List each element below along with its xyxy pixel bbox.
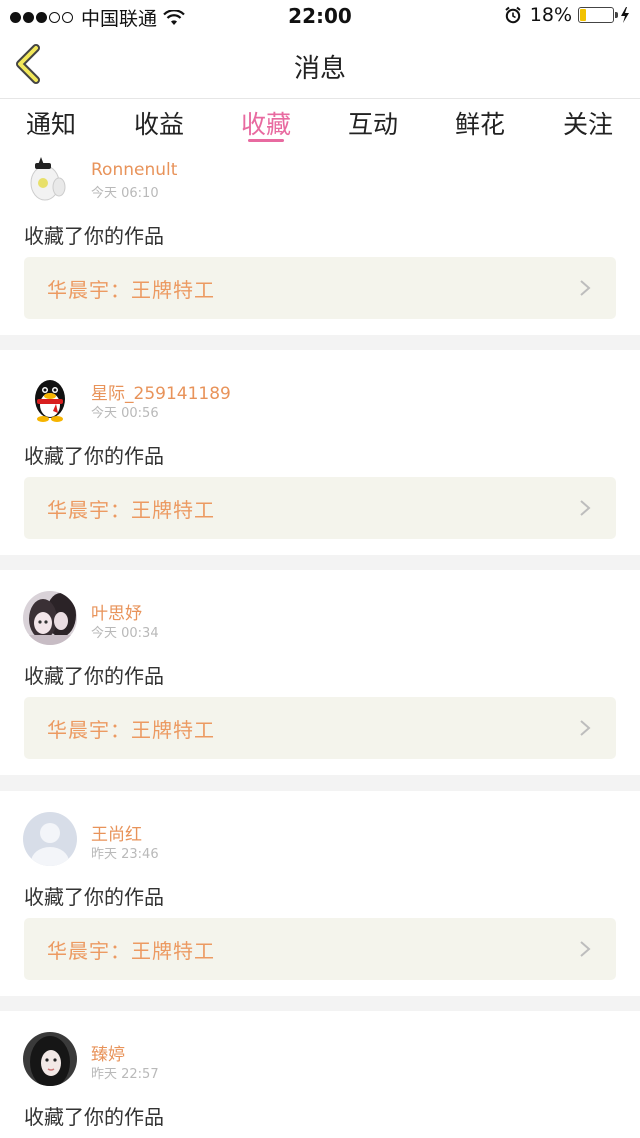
work-title: 华晨宇：王牌特工	[47, 498, 215, 522]
avatar[interactable]	[23, 1032, 77, 1086]
action-text: 收藏了你的作品	[24, 1105, 164, 1129]
chevron-right-icon	[580, 720, 591, 736]
timestamp: 今天 06:10	[91, 186, 159, 201]
tab-flowers[interactable]: 鲜花	[440, 105, 520, 141]
battery-icon	[578, 7, 618, 23]
tab-notifications[interactable]: 通知	[11, 105, 91, 141]
active-tab-indicator	[248, 139, 284, 142]
username[interactable]: 王尚红	[91, 820, 142, 845]
username[interactable]: 臻婷	[91, 1040, 125, 1065]
action-text: 收藏了你的作品	[24, 444, 164, 468]
work-link[interactable]: 华晨宇：王牌特工	[24, 697, 616, 759]
avatar[interactable]	[23, 812, 77, 866]
page-title: 消息	[293, 54, 346, 84]
username[interactable]: 星际_259141189	[91, 379, 231, 404]
tab-interactions[interactable]: 互动	[333, 105, 413, 141]
list-item: 王尚红 昨天 23:46 收藏了你的作品 华晨宇：王牌特工	[0, 791, 640, 996]
alarm-clock-icon	[505, 6, 521, 24]
chevron-right-icon	[580, 941, 591, 957]
username[interactable]: Ronnenult	[91, 160, 177, 180]
avatar[interactable]	[23, 153, 77, 207]
battery-percent: 18%	[529, 4, 572, 26]
list-item: Ronnenult 今天 06:10 收藏了你的作品 华晨宇：王牌特工	[0, 149, 640, 335]
chevron-right-icon	[580, 500, 591, 516]
list-item: 臻婷 昨天 22:57 收藏了你的作品	[0, 1011, 640, 1138]
work-link[interactable]: 华晨宇：王牌特工	[24, 477, 616, 539]
work-link[interactable]: 华晨宇：王牌特工	[24, 918, 616, 980]
tab-earnings[interactable]: 收益	[119, 105, 199, 141]
work-title: 华晨宇：王牌特工	[47, 278, 215, 302]
tab-bar: 通知 收益 收藏 互动 鲜花 关注	[0, 99, 640, 149]
username[interactable]: 叶思妤	[91, 599, 142, 624]
list-item: 星际_259141189 今天 00:56 收藏了你的作品 华晨宇：王牌特工	[0, 350, 640, 555]
timestamp: 今天 00:56	[91, 406, 159, 421]
work-link[interactable]: 华晨宇：王牌特工	[24, 257, 616, 319]
action-text: 收藏了你的作品	[24, 885, 164, 909]
timestamp: 今天 00:34	[91, 626, 159, 641]
charging-bolt-icon	[621, 7, 629, 23]
action-text: 收藏了你的作品	[24, 664, 164, 688]
timestamp: 昨天 23:46	[91, 847, 159, 862]
tab-follows[interactable]: 关注	[548, 105, 628, 141]
avatar[interactable]	[23, 371, 77, 425]
action-text: 收藏了你的作品	[24, 224, 164, 248]
avatar[interactable]	[23, 591, 77, 645]
list-item: 叶思妤 今天 00:34 收藏了你的作品 华晨宇：王牌特工	[0, 570, 640, 775]
work-title: 华晨宇：王牌特工	[47, 939, 215, 963]
work-title: 华晨宇：王牌特工	[47, 718, 215, 742]
chevron-right-icon	[580, 280, 591, 296]
tab-favorites[interactable]: 收藏	[226, 105, 306, 141]
status-right: 18%	[504, 4, 630, 26]
nav-bar: 消息	[0, 32, 640, 99]
timestamp: 昨天 22:57	[91, 1067, 159, 1082]
status-bar: 中国联通 22:00 18%	[0, 0, 640, 32]
